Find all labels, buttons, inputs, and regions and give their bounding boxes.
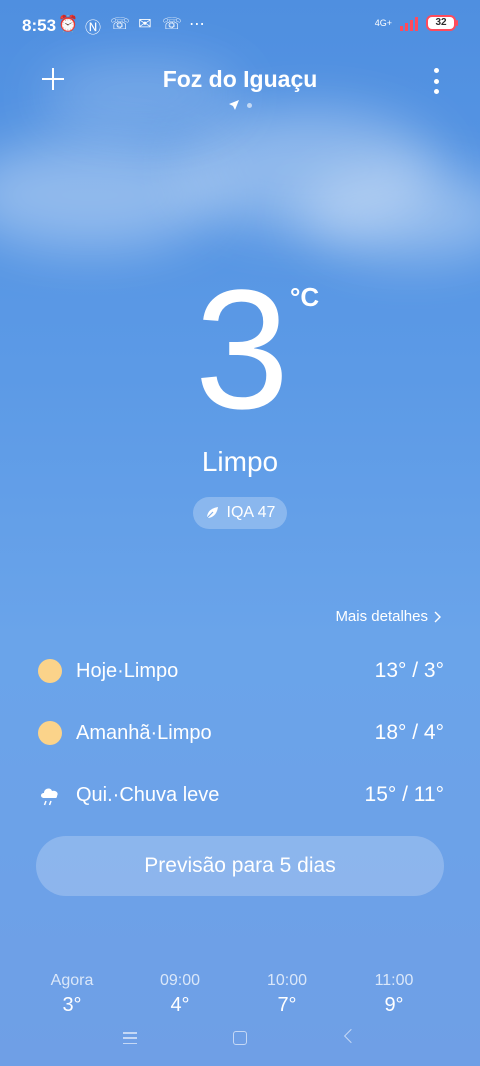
signal-icon bbox=[400, 15, 418, 31]
status-bar: 8:53 ⏰ Ⓝ ☏ ✉ ☏ ⋯ 4G+ 32 bbox=[0, 0, 480, 50]
forecast-label: Amanhã·Limpo bbox=[76, 721, 212, 744]
hourly-temp: 3° bbox=[62, 994, 82, 1012]
network-type: 4G+ bbox=[374, 18, 392, 28]
hourly-time: Agora bbox=[50, 972, 94, 989]
hourly-time: 09:00 bbox=[159, 972, 201, 989]
hourly-item: 10:00 7° bbox=[247, 972, 327, 1012]
more-details-label: Mais detalhes bbox=[335, 608, 428, 625]
aqi-value: IQA 47 bbox=[226, 504, 276, 521]
whatsapp-icon: ☏ bbox=[110, 16, 131, 33]
sun-icon bbox=[38, 721, 62, 745]
city-title[interactable]: Foz do Iguaçu bbox=[0, 66, 480, 93]
temperature-value: 3 bbox=[194, 255, 290, 445]
leaf-icon bbox=[206, 507, 218, 519]
hourly-forecast[interactable]: Agora 3° 09:00 4° 10:00 7° 11:00 9° bbox=[0, 972, 480, 1012]
hourly-temp: 4° bbox=[170, 994, 190, 1012]
hourly-item: 11:00 9° bbox=[354, 972, 434, 1012]
status-time: 8:53 bbox=[22, 16, 57, 35]
hourly-item: 09:00 4° bbox=[140, 972, 220, 1012]
forecast-row-tomorrow[interactable]: Amanhã·Limpo 18° / 4° bbox=[38, 702, 444, 764]
back-button[interactable] bbox=[343, 1028, 359, 1044]
whatsapp-business-icon: ☏ bbox=[162, 16, 183, 33]
hourly-temp: 9° bbox=[384, 994, 404, 1012]
forecast-row-today[interactable]: Hoje·Limpo 13° / 3° bbox=[38, 640, 444, 702]
forecast-temps: 13° / 3° bbox=[374, 659, 444, 682]
hourly-time: 11:00 bbox=[374, 972, 414, 989]
forecast-row-thursday[interactable]: Qui.·Chuva leve 15° / 11° bbox=[38, 764, 444, 826]
chat-icon: ✉ bbox=[138, 16, 152, 33]
forecast-temps: 18° / 4° bbox=[374, 721, 444, 744]
page-indicator bbox=[0, 100, 480, 110]
navigation-bar bbox=[0, 1020, 480, 1060]
nfc-icon: Ⓝ bbox=[84, 20, 101, 37]
forecast-label: Qui.·Chuva leve bbox=[76, 783, 220, 806]
alarm-icon: ⏰ bbox=[58, 16, 78, 33]
chevron-right-icon bbox=[434, 611, 441, 622]
page-dot bbox=[246, 102, 252, 108]
location-arrow-icon bbox=[228, 100, 239, 110]
hourly-temp: 7° bbox=[277, 994, 297, 1012]
five-day-forecast-button[interactable]: Previsão para 5 dias bbox=[36, 836, 444, 896]
battery-level: 32 bbox=[435, 17, 447, 28]
header: Foz do Iguaçu bbox=[0, 60, 480, 120]
temperature-unit: °C bbox=[290, 282, 320, 312]
sun-icon bbox=[38, 659, 62, 683]
more-dots-icon: ⋯ bbox=[189, 16, 205, 33]
forecast-label: Hoje·Limpo bbox=[76, 659, 179, 682]
aqi-badge[interactable]: IQA 47 bbox=[193, 497, 287, 529]
current-temperature: 3 °C bbox=[0, 255, 480, 445]
home-button[interactable] bbox=[233, 1031, 247, 1045]
recents-button[interactable] bbox=[123, 1032, 137, 1044]
daily-forecast-list: Hoje·Limpo 13° / 3° Amanhã·Limpo 18° / 4… bbox=[38, 640, 444, 826]
hourly-time: 10:00 bbox=[266, 972, 308, 989]
hourly-item: Agora 3° bbox=[32, 972, 112, 1012]
current-condition: Limpo bbox=[201, 446, 279, 477]
more-options-button[interactable] bbox=[432, 68, 440, 94]
more-details-link[interactable]: Mais detalhes bbox=[335, 608, 442, 625]
light-rain-icon bbox=[41, 788, 58, 806]
forecast-temps: 15° / 11° bbox=[364, 783, 444, 806]
battery-icon: 32 bbox=[426, 15, 458, 31]
